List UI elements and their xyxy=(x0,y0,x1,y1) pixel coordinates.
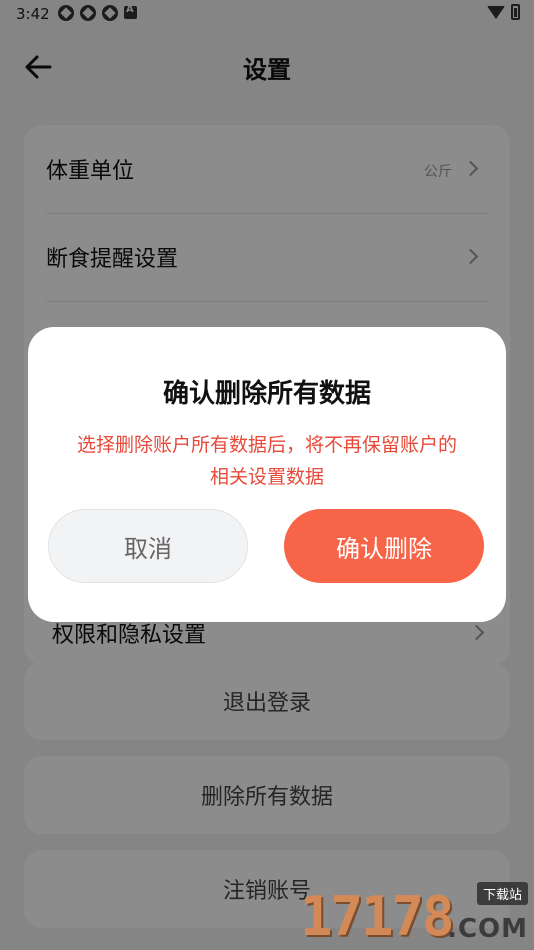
dialog-message: 选择删除账户所有数据后，将不再保留账户的相关设置数据 xyxy=(76,434,457,488)
confirm-delete-button[interactable]: 确认删除 xyxy=(284,509,484,583)
watermark-badge: 下载站 xyxy=(476,882,528,905)
settings-screen: 3:42 设置 体重单位 公斤 断食提醒设置 xyxy=(0,0,534,950)
watermark-logo: 下载站 17178 .COM xyxy=(300,880,530,950)
cancel-button[interactable]: 取消 xyxy=(48,509,248,583)
confirm-delete-dialog: 确认删除所有数据 选择删除账户所有数据后，将不再保留账户的相关设置数据 取消 确… xyxy=(28,327,506,622)
watermark-domain: .COM xyxy=(447,914,528,944)
watermark-digits: 17178 xyxy=(300,885,455,948)
dialog-title: 确认删除所有数据 xyxy=(162,379,371,409)
